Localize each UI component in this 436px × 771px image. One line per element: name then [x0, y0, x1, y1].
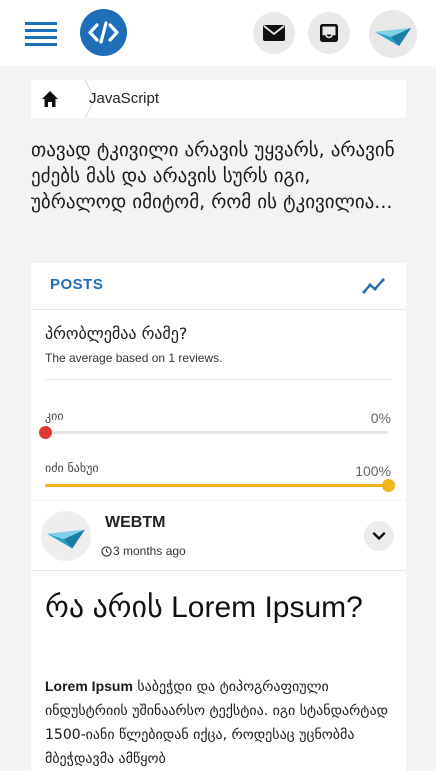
post-title[interactable]: რა არის Lorem Ipsum?: [45, 589, 395, 627]
poll-option-handle[interactable]: [382, 479, 395, 492]
poll-option-bar[interactable]: [39, 426, 388, 439]
post-timestamp: 3 months ago: [113, 544, 186, 558]
paper-plane-logo-icon: [47, 529, 85, 549]
posts-card-header: POSTS: [31, 263, 406, 310]
top-bar: [0, 0, 436, 66]
poll-option-fill: [45, 484, 388, 487]
inbox-button[interactable]: [308, 12, 350, 54]
chevron-down-icon: [372, 532, 386, 540]
post-excerpt-bold: Lorem Ipsum: [45, 678, 133, 694]
post-header: WEBTM 3 months ago: [31, 501, 406, 571]
inbox-tray-icon: [320, 24, 338, 42]
author-avatar[interactable]: [41, 511, 91, 561]
post-excerpt: Lorem Ipsum საბეჭდი და ტიპოგრაფიული ინდუ…: [45, 674, 395, 771]
poll-average-text: The average based on 1 reviews.: [45, 351, 223, 365]
envelope-icon: [263, 25, 285, 41]
poll-option-percent: 100%: [355, 463, 391, 479]
poll-option-label: კიი: [45, 409, 64, 423]
paper-plane-logo-icon: [375, 28, 411, 46]
trending-up-icon[interactable]: [362, 276, 386, 296]
post-author[interactable]: WEBTM: [105, 514, 165, 532]
poll-option-label: იძი ნახუი: [45, 461, 99, 475]
page-quote: თავად ტკივილი არავის უყვარს, არავინ ეძებ…: [31, 139, 395, 213]
home-icon[interactable]: [41, 90, 59, 108]
breadcrumb-current: JavaScript: [89, 90, 160, 107]
poll-question: პრობლემაა რამე?: [45, 324, 188, 343]
poll-option-handle[interactable]: [39, 426, 52, 439]
user-avatar[interactable]: [369, 10, 417, 58]
breadcrumb: JavaScript: [31, 80, 406, 118]
posts-card: POSTS პრობლემაა რამე? The average based …: [31, 263, 406, 500]
code-brackets-icon[interactable]: [80, 9, 127, 56]
divider: [45, 379, 392, 380]
poll-option-bar[interactable]: [45, 479, 395, 492]
tab-posts[interactable]: POSTS: [50, 276, 103, 293]
mail-button[interactable]: [253, 12, 295, 54]
poll-option-percent: 0%: [370, 410, 391, 426]
hamburger-menu-icon[interactable]: [25, 22, 57, 46]
post-options-button[interactable]: [364, 521, 394, 551]
clock-icon: [101, 546, 112, 557]
post-card: WEBTM 3 months ago რა არის Lorem Ipsum? …: [31, 501, 406, 771]
